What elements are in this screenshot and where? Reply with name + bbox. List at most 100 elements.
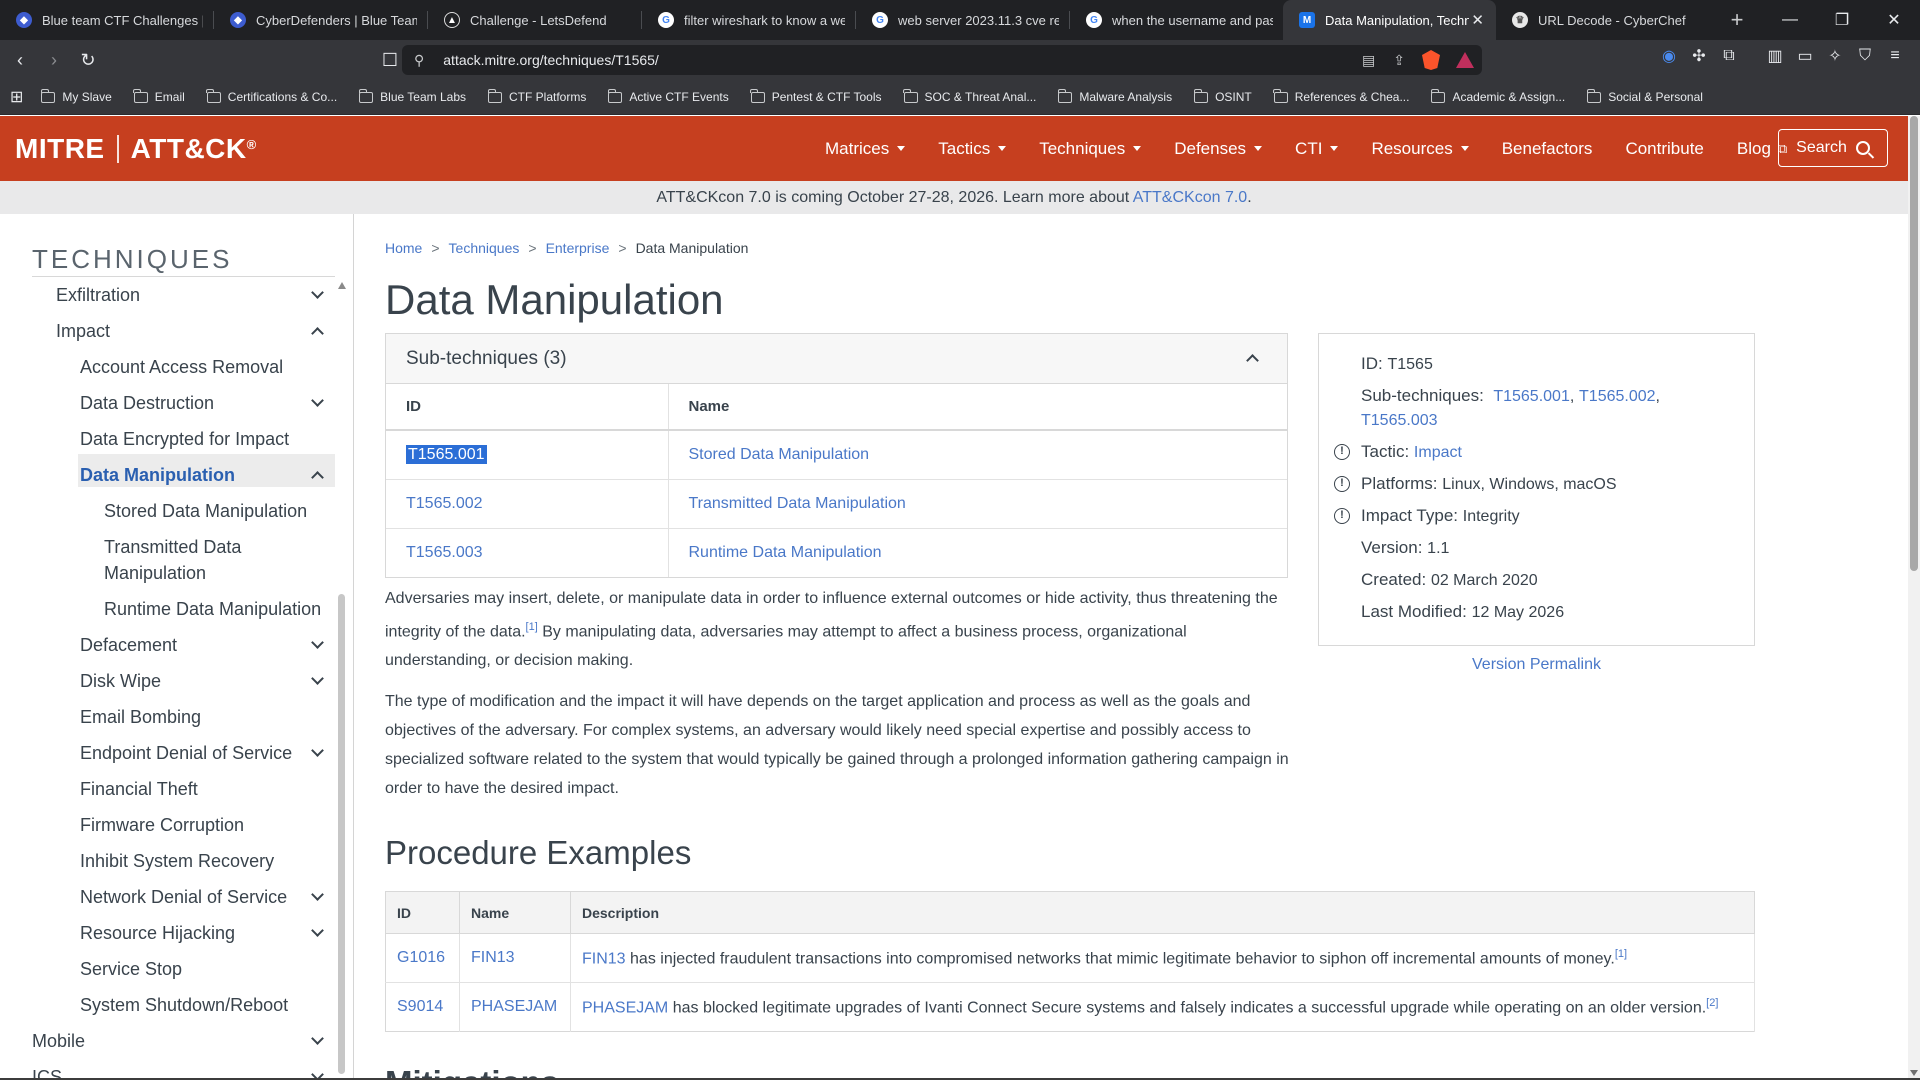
breadcrumb-home[interactable]: Home	[385, 240, 422, 256]
info-icon[interactable]: !	[1334, 476, 1350, 492]
sidebar-item-exfiltration[interactable]: Exfiltration	[56, 282, 140, 308]
nav-benefactors[interactable]: Benefactors	[1502, 139, 1593, 159]
bookmark-folder[interactable]: My Slave	[40, 88, 112, 104]
sidebar-item-stored-data-manipulation[interactable]: Stored Data Manipulation	[104, 498, 307, 524]
info-icon[interactable]: !	[1334, 508, 1350, 524]
reader-mode-icon[interactable]: ▤	[1362, 52, 1375, 69]
brave-shields-icon[interactable]	[1422, 50, 1440, 70]
procedure-description-link[interactable]: FIN13	[582, 950, 626, 967]
search-button[interactable]: Search	[1778, 129, 1888, 167]
sidebar-item-financial-theft[interactable]: Financial Theft	[80, 776, 198, 802]
card-subtechnique-link[interactable]: T1565.001	[1493, 388, 1570, 405]
scroll-down-icon[interactable]	[1910, 1070, 1918, 1076]
sidebar-item-transmitted-data-manipulation-line2[interactable]: Manipulation	[104, 560, 206, 586]
sidebar-item-disk-wipe[interactable]: Disk Wipe	[80, 668, 161, 694]
sidebar-item-system-shutdown[interactable]: System Shutdown/Reboot	[80, 992, 288, 1018]
screenshot-icon[interactable]: ⧉	[1714, 47, 1744, 65]
sidebar-item-network-dos[interactable]: Network Denial of Service	[80, 884, 287, 910]
bookmark-folder[interactable]: Malware Analysis	[1057, 88, 1172, 104]
chevron-down-icon[interactable]	[311, 636, 324, 649]
bookmark-folder[interactable]: Email	[133, 88, 185, 104]
close-tab-icon[interactable]: ✕	[1469, 11, 1486, 29]
browser-tab[interactable]: G filter wireshark to know a web	[642, 0, 855, 40]
sidebar-item-impact[interactable]: Impact	[56, 318, 110, 344]
subtechnique-name-link[interactable]: Transmitted Data Manipulation	[668, 478, 1287, 528]
procedure-name-link[interactable]: PHASEJAM	[459, 982, 571, 1032]
bookmark-folder[interactable]: CTF Platforms	[487, 88, 586, 104]
browser-tab-active[interactable]: M Data Manipulation, Techni ✕	[1283, 0, 1496, 40]
chevron-down-icon[interactable]	[311, 888, 324, 901]
vpn-icon[interactable]: ⛉	[1850, 47, 1880, 65]
nav-contribute[interactable]: Contribute	[1625, 139, 1703, 159]
new-tab-button[interactable]: +	[1717, 7, 1757, 33]
browser-tab[interactable]: G web server 2023.11.3 cve relat	[856, 0, 1069, 40]
bookmark-folder[interactable]: Active CTF Events	[607, 88, 729, 104]
subtechnique-id-link[interactable]: T1565.003	[386, 527, 669, 577]
subtechnique-id-link-selected[interactable]: T1565.001	[406, 444, 487, 464]
menu-icon[interactable]: ≡	[1880, 47, 1910, 65]
bookmark-folder[interactable]: Certifications & Co...	[206, 88, 337, 104]
sidebar-item-service-stop[interactable]: Service Stop	[80, 956, 182, 982]
leo-ai-icon[interactable]: ✧	[1820, 46, 1850, 66]
browser-tab[interactable]: ◆ Blue team CTF Challenges | Jet	[0, 0, 213, 40]
mitre-attack-logo[interactable]: MITRE ATT&CK ®	[15, 133, 257, 165]
sidebar-scroll-up-icon[interactable]	[338, 282, 346, 289]
browser-tab[interactable]: ♛ URL Decode - CyberChef	[1496, 0, 1709, 40]
browser-tab[interactable]: ◆ CyberDefenders | Blue Team Tr	[214, 0, 427, 40]
sidebar-item-account-access-removal[interactable]: Account Access Removal	[80, 354, 283, 380]
version-permalink-link[interactable]: Version Permalink	[1318, 656, 1755, 674]
subtechnique-name-link[interactable]: Runtime Data Manipulation	[668, 527, 1287, 577]
bookmark-folder[interactable]: Blue Team Labs	[358, 88, 466, 104]
nav-cti[interactable]: CTI	[1295, 139, 1339, 159]
reference-link[interactable]: [1]	[526, 621, 538, 633]
subtechnique-id-link[interactable]: T1565.002	[386, 478, 669, 528]
apps-grid-icon[interactable]: ⊞	[10, 87, 23, 107]
site-info-icon[interactable]: ⚲	[414, 52, 424, 69]
breadcrumb-techniques[interactable]: Techniques	[449, 240, 520, 256]
card-subtechnique-link[interactable]: T1565.003	[1361, 412, 1438, 429]
banner-link[interactable]: ATT&CKcon 7.0	[1133, 189, 1247, 206]
sidebar-item-firmware-corruption[interactable]: Firmware Corruption	[80, 812, 244, 838]
nav-tactics[interactable]: Tactics	[938, 139, 1007, 159]
chevron-down-icon[interactable]	[311, 744, 324, 757]
procedure-id-link[interactable]: G1016	[385, 933, 460, 983]
nav-defenses[interactable]: Defenses	[1174, 139, 1263, 159]
subtechniques-header[interactable]: Sub-techniques (3)	[386, 334, 1287, 384]
chevron-down-icon[interactable]	[311, 672, 324, 685]
reference-link[interactable]: [1]	[1615, 948, 1627, 960]
back-icon[interactable]: ‹	[6, 46, 34, 74]
bookmark-folder[interactable]: Academic & Assign...	[1430, 88, 1565, 104]
chevron-down-icon[interactable]	[311, 924, 324, 937]
sidebar-item-endpoint-dos[interactable]: Endpoint Denial of Service	[80, 740, 292, 766]
nav-techniques[interactable]: Techniques	[1039, 139, 1142, 159]
sidebar-icon[interactable]: ▥	[1760, 46, 1790, 66]
sidebar-scrollbar[interactable]	[338, 594, 345, 1074]
close-window-icon[interactable]: ✕	[1868, 0, 1920, 40]
minimize-icon[interactable]: —	[1764, 0, 1816, 40]
card-subtechnique-link[interactable]: T1565.002	[1579, 388, 1656, 405]
bookmark-folder[interactable]: References & Chea...	[1273, 88, 1409, 104]
sidebar-item-runtime-data-manipulation[interactable]: Runtime Data Manipulation	[104, 596, 321, 622]
url-text[interactable]: attack.mitre.org/techniques/T1565/	[443, 52, 1353, 68]
sidebar-item-data-manipulation[interactable]: Data Manipulation	[80, 462, 235, 488]
forward-icon[interactable]: ›	[40, 46, 68, 74]
procedure-id-link[interactable]: S9014	[385, 982, 460, 1032]
sidebar-item-data-encrypted[interactable]: Data Encrypted for Impact	[80, 426, 289, 452]
page-scrollbar[interactable]	[1908, 116, 1920, 1080]
nav-matrices[interactable]: Matrices	[825, 139, 906, 159]
bookmark-folder[interactable]: Social & Personal	[1586, 88, 1703, 104]
procedure-description-link[interactable]: PHASEJAM	[582, 999, 668, 1016]
address-bar[interactable]: ⚲ attack.mitre.org/techniques/T1565/ ▤ ⇪	[402, 45, 1482, 75]
brave-rewards-icon[interactable]	[1456, 52, 1474, 68]
browser-tab[interactable]: ▲ Challenge - LetsDefend	[428, 0, 641, 40]
wallet-icon[interactable]: ▭	[1790, 46, 1820, 66]
chevron-down-icon[interactable]	[311, 1032, 324, 1045]
bookmark-icon[interactable]: ☐	[376, 46, 404, 74]
sidebar-item-email-bombing[interactable]: Email Bombing	[80, 704, 201, 730]
bookmark-folder[interactable]: Pentest & CTF Tools	[750, 88, 882, 104]
sidebar-item-mobile[interactable]: Mobile	[32, 1028, 85, 1054]
card-tactic-link[interactable]: Impact	[1414, 444, 1462, 461]
sidebar-item-defacement[interactable]: Defacement	[80, 632, 177, 658]
bookmark-folder[interactable]: SOC & Threat Anal...	[903, 88, 1036, 104]
browser-tab[interactable]: G when the username and passw	[1070, 0, 1283, 40]
